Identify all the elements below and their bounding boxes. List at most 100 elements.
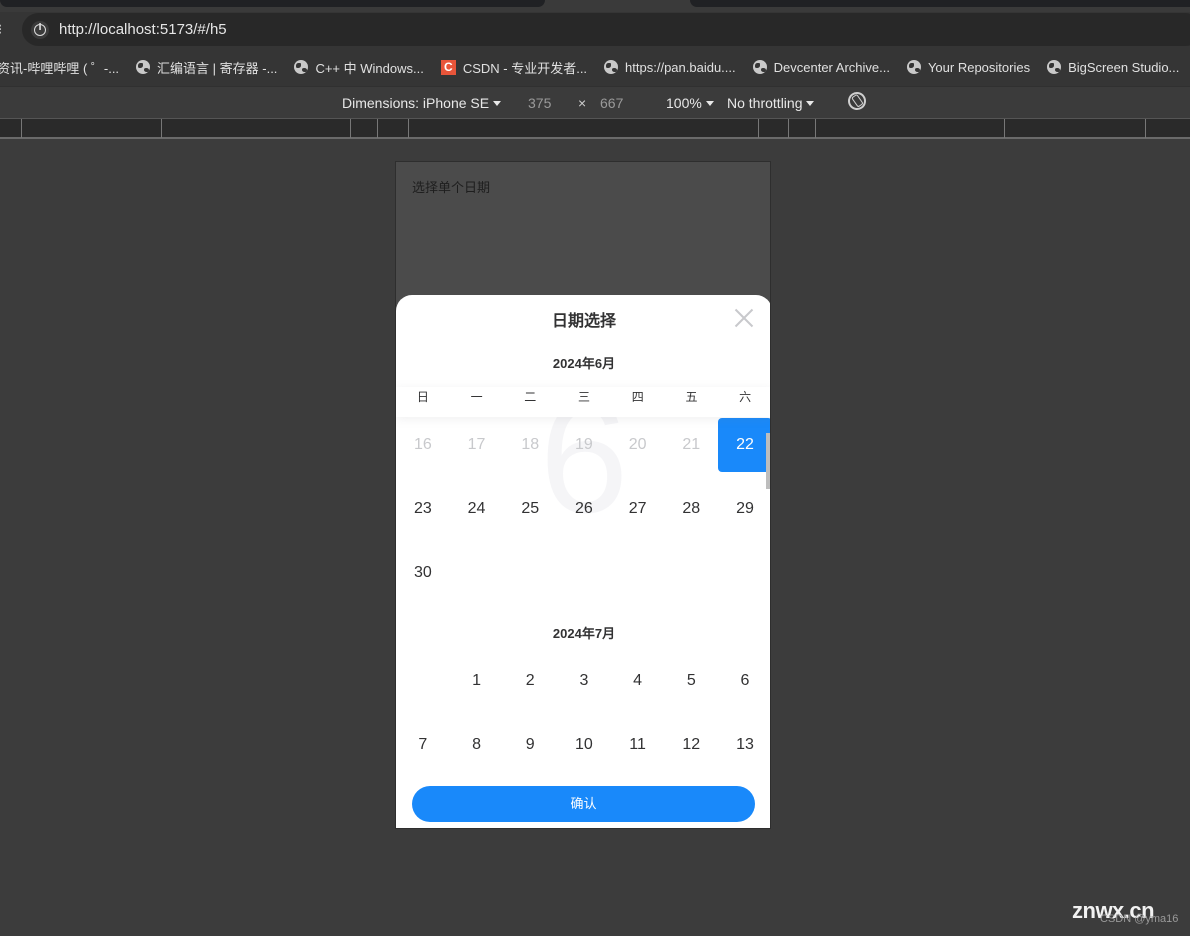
width-input[interactable]: 375 xyxy=(528,95,551,111)
bookmark-item[interactable]: Devcenter Archive... xyxy=(752,59,890,75)
days-grid-july: 1 2 3 4 5 6 7 8 9 10 11 12 13 xyxy=(396,653,770,777)
day-cell[interactable]: 6 xyxy=(718,653,770,717)
info-icon[interactable] xyxy=(31,21,49,39)
caret-down-icon xyxy=(705,101,714,106)
bookmark-label: C++ 中 Windows... xyxy=(315,60,424,76)
globe-icon xyxy=(136,60,151,74)
throttling-select[interactable]: No throttling xyxy=(727,95,815,111)
ruler-tick xyxy=(21,119,22,138)
day-cell[interactable]: 12 xyxy=(664,717,718,777)
times-sign: × xyxy=(578,95,587,111)
day-cell: 16 xyxy=(413,436,432,453)
weekday: 三 xyxy=(578,390,591,404)
day-cell: 18 xyxy=(521,436,540,453)
confirm-button[interactable]: 确认 xyxy=(412,786,755,822)
csdn-icon: C xyxy=(440,59,456,75)
day-cell[interactable]: 5 xyxy=(664,653,718,717)
globe-icon xyxy=(752,60,767,74)
bookmark-label: https://pan.baidu.... xyxy=(625,59,736,75)
calendar-title: 日期选择 xyxy=(551,313,616,330)
url-text[interactable]: http://localhost:5173/#/h5 xyxy=(59,21,227,38)
bookmark-item[interactable]: BigScreen Studio... xyxy=(1047,60,1179,75)
address-bar-row: ⁝ http://localhost:5173/#/h5 xyxy=(0,12,1190,48)
caret-down-icon xyxy=(493,101,502,106)
day-cell: 20 xyxy=(628,436,647,453)
device-viewport: 选择单个日期 日期选择 2024年6月 日 一 二 三 四 五 六 6 16 17… xyxy=(395,161,771,829)
caret-down-icon xyxy=(806,101,815,106)
empty-day-cell xyxy=(503,545,557,609)
weekday: 五 xyxy=(685,390,698,404)
empty-day-cell xyxy=(718,545,770,609)
media-query-ruler[interactable] xyxy=(0,118,1190,139)
calendar-body[interactable]: 6 16 17 18 19 20 21 22 23 24 25 26 27 28 29 30 2024年7月… xyxy=(396,417,770,777)
empty-day-cell xyxy=(450,545,504,609)
day-cell[interactable]: 25 xyxy=(503,481,557,545)
omnibox[interactable]: http://localhost:5173/#/h5 xyxy=(22,13,1190,46)
bookmark-item[interactable]: 汇编语言 | 寄存器 -... xyxy=(136,58,277,77)
tab-strip xyxy=(0,0,1190,12)
bookmark-label: BigScreen Studio... xyxy=(1068,59,1180,75)
ruler-tick xyxy=(350,119,351,138)
weekday: 一 xyxy=(470,390,483,404)
day-cell[interactable]: 3 xyxy=(557,653,611,717)
ruler-tick xyxy=(815,119,816,138)
ruler-tick xyxy=(377,119,378,138)
day-cell[interactable]: 8 xyxy=(450,717,504,777)
zoom-select[interactable]: 100% xyxy=(666,95,714,111)
bookmark-label: 资讯-哔哩哔哩 ( ゜-... xyxy=(0,60,120,76)
extensions-icon[interactable]: ⁝ xyxy=(0,21,2,38)
height-input[interactable]: 667 xyxy=(600,95,623,111)
device-toolbar: Dimensions: iPhone SE 375 × 667 100% No … xyxy=(0,86,1190,118)
month-title: 2024年6月 xyxy=(552,356,616,371)
day-cell[interactable]: 10 xyxy=(557,717,611,777)
day-cell[interactable]: 29 xyxy=(718,481,770,545)
day-cell[interactable]: 30 xyxy=(396,545,450,609)
bookmarks-bar: 资讯-哔哩哔哩 ( ゜-... 汇编语言 | 寄存器 -... C++ 中 Wi… xyxy=(0,48,1190,86)
bookmark-item[interactable]: Your Repositories xyxy=(906,59,1031,75)
day-cell[interactable]: 11 xyxy=(611,717,665,777)
dimensions-select[interactable]: Dimensions: iPhone SE xyxy=(342,95,502,111)
bookmark-label: Devcenter Archive... xyxy=(773,59,890,75)
day-cell[interactable]: 13 xyxy=(718,717,770,777)
bookmark-item[interactable]: C CSDN - 专业开发者... xyxy=(440,58,588,77)
ruler-tick xyxy=(1145,119,1146,138)
empty-day-cell xyxy=(664,545,718,609)
day-cell[interactable]: 1 xyxy=(450,653,504,717)
calendar-popup: 日期选择 2024年6月 日 一 二 三 四 五 六 6 16 17 18 19 20 2… xyxy=(396,295,770,828)
weekday: 四 xyxy=(631,390,644,404)
day-cell[interactable]: 24 xyxy=(450,481,504,545)
zoom-label: 100% xyxy=(666,95,702,111)
weekday: 日 xyxy=(416,390,429,404)
dimensions-label: Dimensions: iPhone SE xyxy=(342,95,490,111)
day-cell: 17 xyxy=(467,436,486,453)
selected-day[interactable]: 22 xyxy=(718,418,770,472)
bookmark-item[interactable]: 资讯-哔哩哔哩 ( ゜-... xyxy=(0,58,119,77)
close-icon[interactable] xyxy=(734,308,754,328)
browser-tab[interactable] xyxy=(0,0,545,7)
day-cell[interactable]: 9 xyxy=(503,717,557,777)
day-cell[interactable]: 2 xyxy=(503,653,557,717)
browser-tab[interactable] xyxy=(690,0,1190,7)
ruler-tick xyxy=(161,119,162,138)
day-cell[interactable]: 4 xyxy=(611,653,665,717)
weekday: 六 xyxy=(739,390,752,404)
bookmark-label: Your Repositories xyxy=(927,59,1031,75)
day-cell[interactable]: 27 xyxy=(611,481,665,545)
ruler-tick xyxy=(788,119,789,138)
bookmark-label: CSDN - 专业开发者... xyxy=(462,60,588,76)
globe-icon xyxy=(1047,60,1062,74)
day-cell[interactable]: 26 xyxy=(557,481,611,545)
scrollbar[interactable] xyxy=(766,433,770,489)
day-cell[interactable]: 28 xyxy=(664,481,718,545)
bookmark-label: 汇编语言 | 寄存器 -... xyxy=(157,60,278,76)
day-cell: 19 xyxy=(575,436,593,453)
day-cell[interactable]: 7 xyxy=(396,717,450,777)
bookmark-item[interactable]: https://pan.baidu.... xyxy=(604,60,736,75)
weekday-header: 日 一 二 三 四 五 六 xyxy=(396,387,770,417)
month-title: 2024年7月 xyxy=(552,626,616,641)
empty-day-cell xyxy=(557,545,611,609)
day-cell[interactable]: 23 xyxy=(396,481,450,545)
bookmark-item[interactable]: C++ 中 Windows... xyxy=(294,58,424,77)
page-label: 选择单个日期 xyxy=(412,180,491,195)
empty-day-cell xyxy=(611,545,665,609)
